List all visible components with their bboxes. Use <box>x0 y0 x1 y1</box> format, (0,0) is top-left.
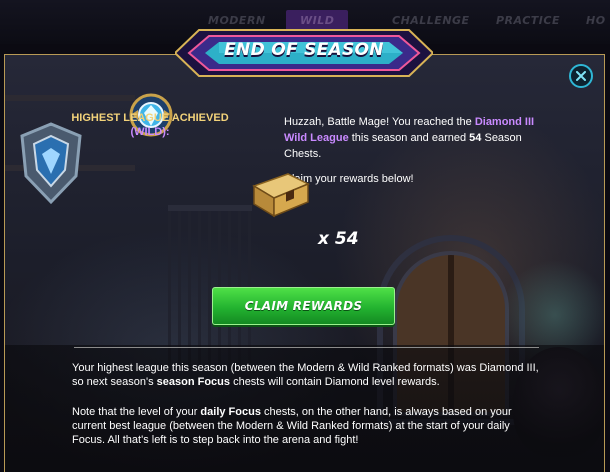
reward-quantity: x 54 <box>318 229 359 249</box>
shelf-decoration <box>5 95 135 101</box>
chest-count: 54 <box>469 132 482 144</box>
message-middle: this season and earned <box>348 132 470 144</box>
info1-text-end: chests will contain Diamond level reward… <box>230 376 440 388</box>
season-chest-icon <box>252 173 310 218</box>
league-label-line2: (WILD): <box>130 126 170 138</box>
tab-modern: MODERN <box>208 14 266 27</box>
divider <box>74 347 539 348</box>
info2-text: Note that the level of your <box>72 406 201 418</box>
close-button[interactable] <box>569 64 593 88</box>
season-focus-info: Your highest league this season (between… <box>72 361 542 389</box>
league-label-line1: HIGHEST LEAGUE ACHIEVED <box>71 112 229 124</box>
tab-home: HO <box>586 14 606 27</box>
claim-rewards-button[interactable]: CLAIM REWARDS <box>212 287 395 325</box>
highest-league-label: HIGHEST LEAGUE ACHIEVED (WILD): <box>70 111 230 139</box>
tab-challenge: CHALLENGE <box>392 14 470 27</box>
info2-bold: daily Focus <box>200 406 261 418</box>
message-greeting: Huzzah, Battle Mage! You reached the <box>284 116 475 128</box>
modal-title: END OF SEASON <box>224 40 384 60</box>
daily-focus-info: Note that the level of your daily Focus … <box>72 405 542 447</box>
tab-practice: PRACTICE <box>496 14 560 27</box>
season-result-message: Huzzah, Battle Mage! You reached the Dia… <box>284 114 554 162</box>
info1-bold: season Focus <box>156 376 231 388</box>
close-x-icon <box>576 71 586 81</box>
